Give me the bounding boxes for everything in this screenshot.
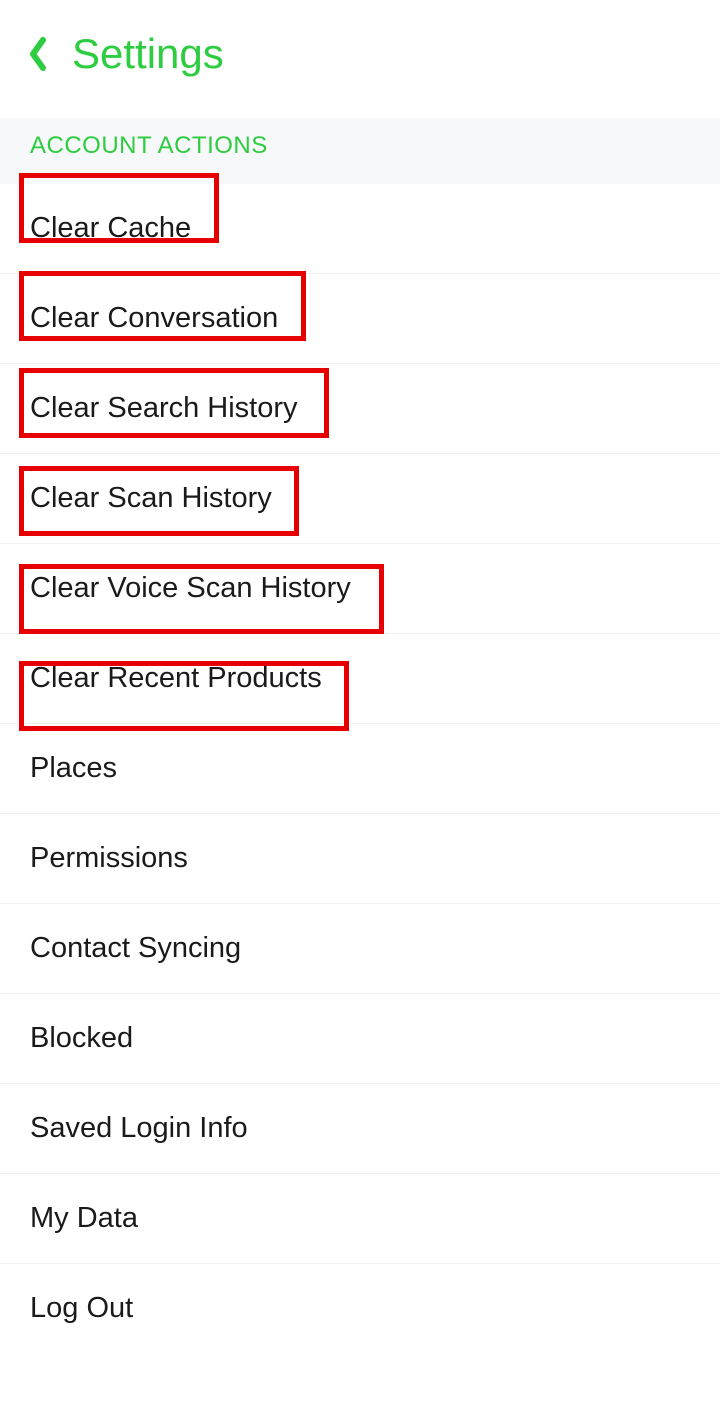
list-item-clear-voice-scan-history[interactable]: Clear Voice Scan History bbox=[0, 544, 720, 634]
list-item-places[interactable]: Places bbox=[0, 724, 720, 814]
list-item-label: Saved Login Info bbox=[30, 1112, 248, 1144]
list-item-blocked[interactable]: Blocked bbox=[0, 994, 720, 1084]
list-item-label: Clear Conversation bbox=[30, 302, 278, 334]
list-item-label: Clear Scan History bbox=[30, 482, 272, 514]
list-item-label: Contact Syncing bbox=[30, 932, 241, 964]
list-item-contact-syncing[interactable]: Contact Syncing bbox=[0, 904, 720, 994]
page-title: Settings bbox=[72, 30, 224, 78]
list-item-clear-recent-products[interactable]: Clear Recent Products bbox=[0, 634, 720, 724]
list-item-clear-scan-history[interactable]: Clear Scan History bbox=[0, 454, 720, 544]
list-item-label: Blocked bbox=[30, 1022, 133, 1054]
list-item-saved-login-info[interactable]: Saved Login Info bbox=[0, 1084, 720, 1174]
list-item-clear-search-history[interactable]: Clear Search History bbox=[0, 364, 720, 454]
list-item-label: Places bbox=[30, 752, 117, 784]
list-item-label: Clear Cache bbox=[30, 212, 191, 244]
list-item-label: Clear Search History bbox=[30, 392, 298, 424]
list-item-label: My Data bbox=[30, 1202, 138, 1234]
list-item-clear-conversation[interactable]: Clear Conversation bbox=[0, 274, 720, 364]
list-item-label: Clear Voice Scan History bbox=[30, 572, 351, 604]
list-item-label: Permissions bbox=[30, 842, 188, 874]
list-item-label: Clear Recent Products bbox=[30, 662, 322, 694]
back-icon[interactable] bbox=[28, 37, 48, 71]
settings-header: Settings bbox=[0, 0, 720, 118]
list-item-log-out[interactable]: Log Out bbox=[0, 1264, 720, 1353]
section-header-account-actions: ACCOUNT ACTIONS bbox=[0, 118, 720, 184]
settings-list: Clear Cache Clear Conversation Clear Sea… bbox=[0, 184, 720, 1353]
list-item-permissions[interactable]: Permissions bbox=[0, 814, 720, 904]
list-item-clear-cache[interactable]: Clear Cache bbox=[0, 184, 720, 274]
list-item-my-data[interactable]: My Data bbox=[0, 1174, 720, 1264]
list-item-label: Log Out bbox=[30, 1292, 133, 1324]
